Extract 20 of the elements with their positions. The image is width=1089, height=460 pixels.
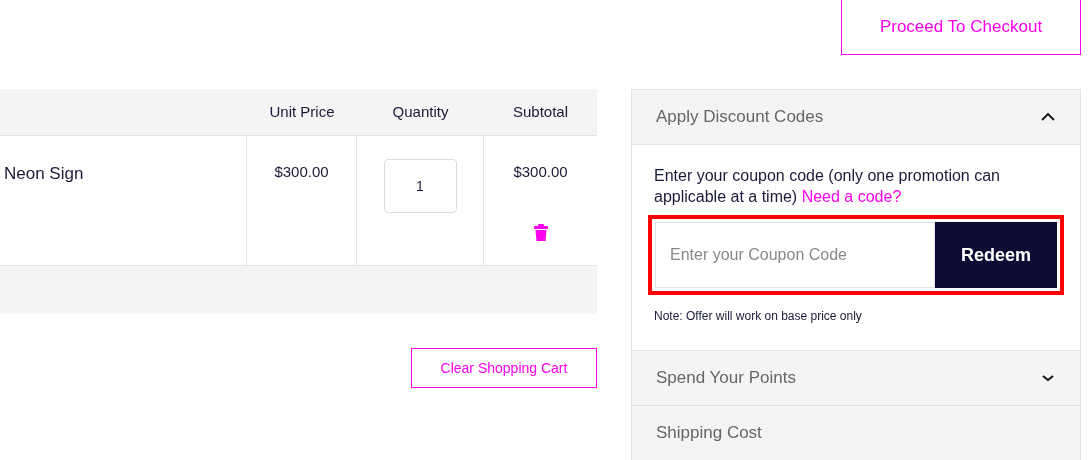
coupon-field[interactable]: Enter your Coupon Code [655,222,935,288]
unit-price: $300.00 [274,163,329,180]
product-name: Neon Sign [4,164,84,183]
chevron-down-icon [1040,373,1056,383]
accordion-header[interactable]: Shipping Cost [632,406,1080,460]
trash-icon[interactable] [533,223,548,241]
subtotal: $300.00 [513,162,568,182]
coupon-instructions: Enter your coupon code (only one promotion can applicable at a time) Need a code? [654,166,1001,207]
chevron-up-icon [1040,112,1056,122]
checkout-button[interactable]: Proceed To Checkout [841,0,1081,55]
clear-cart-button[interactable]: Clear Shopping Cart [411,348,597,388]
need-code-link[interactable]: Need a code? [801,188,902,205]
accordion-header[interactable]: Spend Your Points [632,351,1080,406]
column-header: Subtotal [511,101,569,122]
redeem-button[interactable]: Redeem [935,222,1057,288]
offer-note: Note: Offer will work on base price only [654,308,863,325]
accordion-header[interactable]: Apply Discount Codes [632,90,1080,145]
quantity-field[interactable]: 1 [383,159,457,213]
column-header: Quantity [391,101,450,122]
column-header: Unit Price [268,101,336,122]
